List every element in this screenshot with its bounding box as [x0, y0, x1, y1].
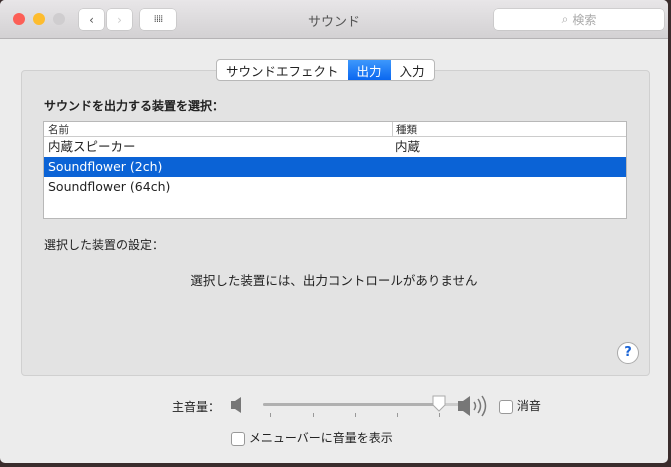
volume-slider[interactable] — [263, 395, 463, 425]
device-name: Soundflower (2ch) — [48, 159, 163, 174]
volume-slider-knob[interactable] — [431, 395, 447, 413]
sound-preferences-window: ‹ › ⁞⁞⁞⁞ サウンド ⌕ 検索 サウンドエフェクト 出力 入力 サウンドを出… — [0, 0, 668, 463]
no-controls-message: 選択した装置には、出力コントロールがありません — [190, 273, 478, 288]
title-bar: ‹ › ⁞⁞⁞⁞ サウンド ⌕ 検索 — [0, 0, 668, 39]
device-table[interactable]: 名前 種類 内蔵スピーカー 内蔵 Soundflower (2ch) Soundf… — [43, 121, 627, 219]
column-name[interactable]: 名前 — [48, 122, 69, 137]
speaker-high-icon — [458, 395, 487, 417]
search-icon: ⌕ — [561, 12, 569, 26]
menubar-checkbox-box[interactable] — [231, 431, 245, 446]
settings-label: 選択した装置の設定： — [44, 238, 165, 252]
device-name: Soundflower (64ch) — [48, 179, 171, 194]
tab-sound-effects[interactable]: サウンドエフェクト — [217, 60, 348, 80]
mute-checkbox[interactable]: 消音 — [499, 397, 541, 414]
table-header: 名前 種類 — [44, 122, 626, 137]
tab-bar: サウンドエフェクト 出力 入力 — [216, 59, 435, 81]
table-row-selected[interactable]: Soundflower (2ch) — [44, 157, 626, 177]
mute-label: 消音 — [516, 399, 541, 413]
device-heading: サウンドを出力する装置を選択： — [44, 99, 225, 113]
mute-checkbox-box[interactable] — [499, 399, 513, 414]
search-placeholder: 検索 — [572, 13, 597, 27]
show-volume-in-menubar-checkbox[interactable]: メニューバーに音量を表示 — [231, 429, 393, 446]
tab-output[interactable]: 出力 — [347, 60, 391, 80]
column-type[interactable]: 種類 — [392, 122, 417, 137]
speaker-low-icon — [231, 397, 241, 413]
help-button[interactable]: ? — [617, 342, 639, 364]
device-name: 内蔵スピーカー — [48, 139, 136, 154]
table-row[interactable]: 内蔵スピーカー 内蔵 — [44, 137, 626, 157]
search-field[interactable]: ⌕ 検索 — [494, 9, 664, 30]
table-row[interactable]: Soundflower (64ch) — [44, 177, 626, 197]
menubar-checkbox-label: メニューバーに音量を表示 — [248, 431, 393, 445]
device-type: 内蔵 — [395, 139, 421, 154]
volume-label: 主音量： — [172, 400, 221, 414]
tab-input[interactable]: 入力 — [391, 60, 434, 80]
output-panel — [21, 70, 650, 376]
